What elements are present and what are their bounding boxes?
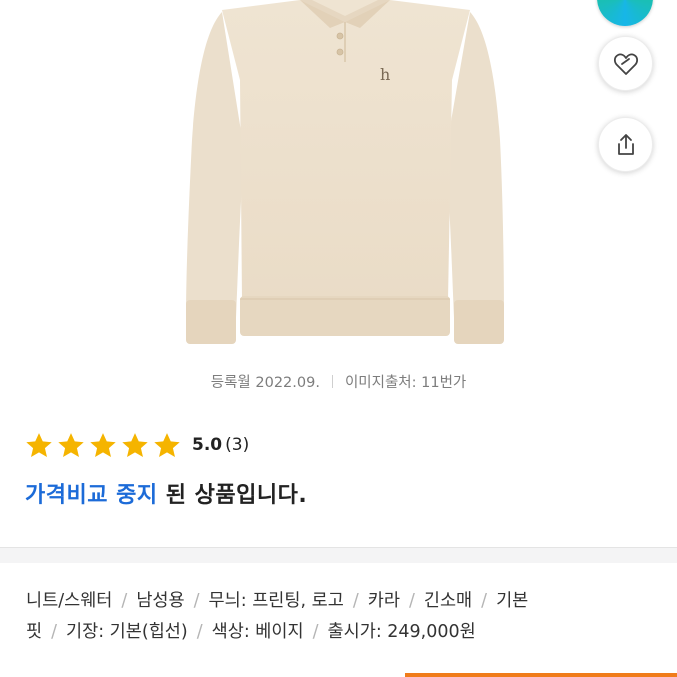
spec-separator: /	[481, 591, 488, 611]
spec-item: 기장: 기본(힙선)	[66, 622, 188, 642]
spec-item: 색상: 베이지	[211, 622, 304, 642]
spec-item: 남성용	[136, 591, 185, 611]
star-icon	[154, 432, 180, 457]
spec-separator: /	[196, 622, 203, 642]
share-icon	[617, 133, 634, 155]
image-source: 이미지출처: 11번가	[344, 375, 467, 391]
star-rating	[24, 431, 182, 460]
product-meta: 등록월 2022.09. 이미지출처: 11번가	[0, 371, 677, 392]
spec-item: 기본	[496, 591, 529, 611]
rating-summary[interactable]: 5.0 (3)	[24, 430, 249, 460]
spec-separator: /	[193, 591, 200, 611]
spec-separator: /	[121, 591, 128, 611]
star-icon	[26, 432, 52, 457]
status-text: 된 상품입니다.	[157, 483, 308, 508]
product-image[interactable]: h	[0, 0, 677, 355]
spec-item: 긴소매	[423, 591, 473, 611]
meta-divider	[331, 375, 333, 388]
share-button[interactable]	[598, 117, 653, 172]
star-icon	[122, 432, 148, 457]
wishlist-button[interactable]	[598, 36, 653, 91]
brand-logo: h	[380, 65, 390, 84]
sweater-illustration: h	[186, 0, 504, 344]
review-count: (3)	[225, 435, 250, 455]
registered-date: 등록월 2022.09.	[210, 375, 320, 391]
price-compare-status: 가격비교 중지 된 상품입니다.	[25, 477, 307, 509]
heart-icon	[613, 53, 638, 75]
rating-score: 5.0	[192, 435, 223, 455]
spec-separator: /	[51, 622, 58, 642]
spec-line: 니트/스웨터 / 남성용 / 무늬: 프린팅, 로고 / 카라 / 긴소매 / 기본	[26, 586, 656, 617]
star-icon	[90, 432, 116, 457]
spec-separator: /	[408, 591, 415, 611]
section-divider	[0, 547, 677, 563]
spec-item: 니트/스웨터	[26, 591, 113, 611]
star-icon	[58, 432, 84, 457]
spec-separator: /	[352, 591, 359, 611]
spec-item: 카라	[367, 591, 400, 611]
spec-item: 핏	[26, 622, 43, 642]
bottom-action-bar[interactable]	[405, 673, 677, 677]
spec-separator: /	[312, 622, 319, 642]
status-highlight: 가격비교 중지	[25, 483, 158, 508]
spec-item: 출시가: 249,000원	[327, 622, 476, 642]
spec-line: 핏 / 기장: 기본(힙선) / 색상: 베이지 / 출시가: 249,000원	[26, 617, 656, 648]
spec-item: 무늬: 프린팅, 로고	[208, 591, 344, 611]
product-specs: 니트/스웨터 / 남성용 / 무늬: 프린팅, 로고 / 카라 / 긴소매 / 기본 핏 / 기장: 기본…	[26, 586, 656, 648]
